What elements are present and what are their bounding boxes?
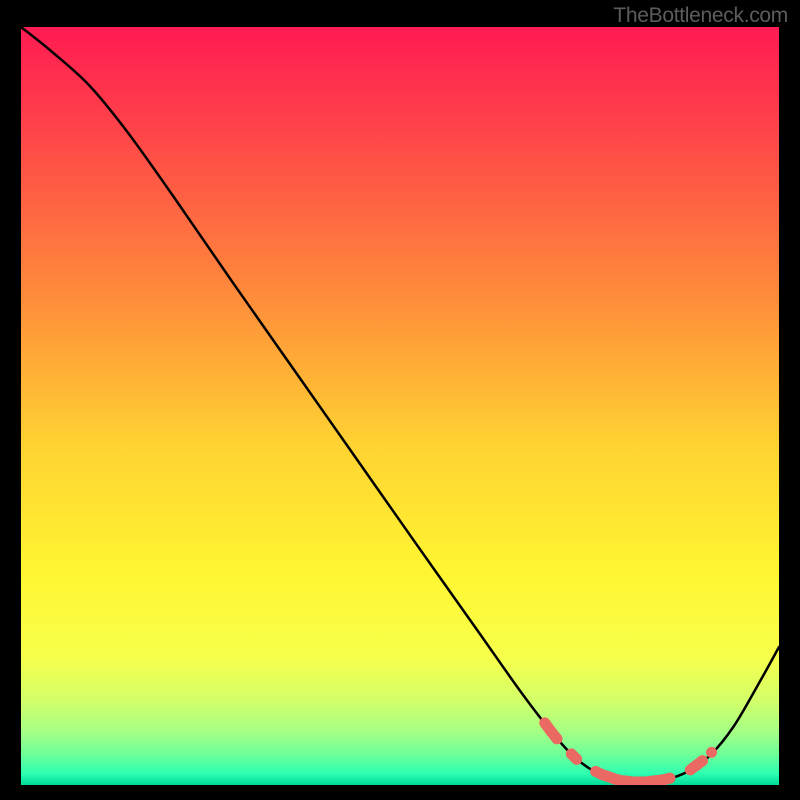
chart-svg — [21, 27, 779, 785]
marker-segment — [571, 754, 576, 759]
marker-segment — [690, 761, 702, 770]
bottleneck-chart — [21, 27, 779, 785]
watermark-text: TheBottleneck.com — [613, 4, 788, 28]
